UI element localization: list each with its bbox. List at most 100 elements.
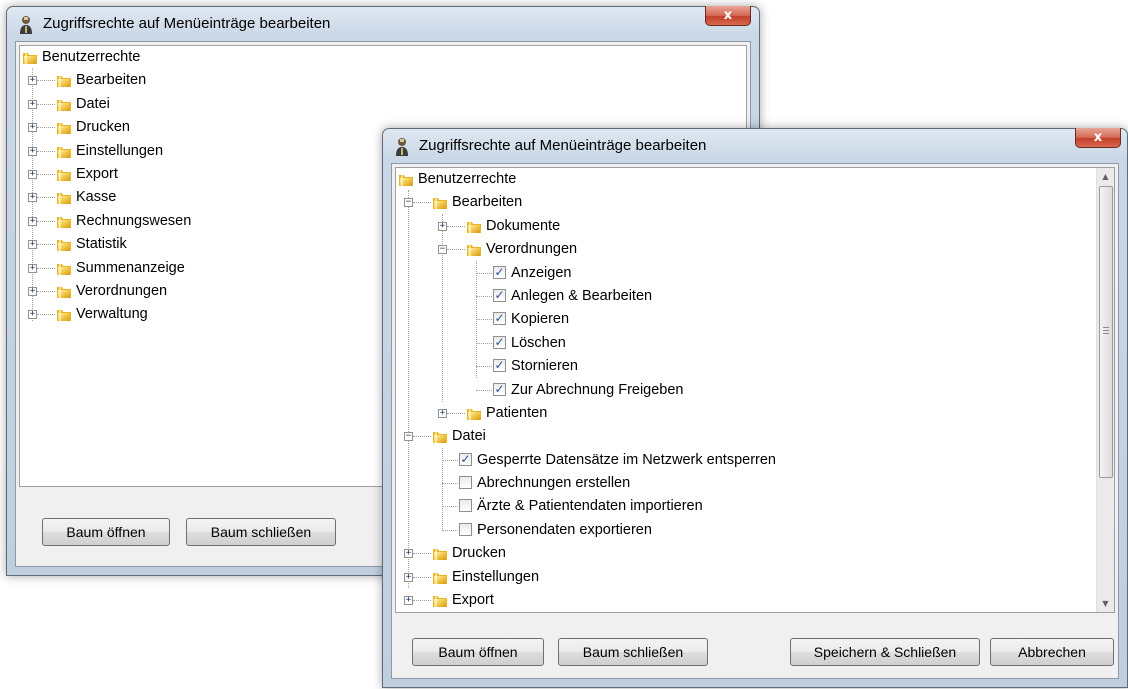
tree-item-dokumente[interactable]: + Dokumente [396, 215, 1114, 238]
user-permissions-icon [396, 138, 408, 156]
tree-item[interactable]: + Export [396, 589, 1114, 612]
permission-label: Ärzte & Patientendaten importieren [477, 498, 703, 515]
user-permissions-icon [20, 16, 32, 34]
folder-icon [56, 73, 72, 89]
tree-item-label: Summenanzeige [76, 259, 185, 276]
tree-item[interactable]: + Drucken [396, 542, 1114, 565]
folder-icon [432, 429, 448, 445]
expand-icon[interactable]: + [28, 286, 37, 296]
tree-item-label: Verwaltung [76, 306, 148, 323]
permission-row[interactable]: ✓ Anlegen & Bearbeiten [396, 285, 1114, 308]
permission-checkbox[interactable]: ✓ [493, 288, 506, 302]
tree-item-label: Dokumente [486, 217, 561, 234]
expand-icon[interactable]: + [28, 263, 37, 273]
tree-item-label: Bearbeiten [76, 72, 147, 89]
folder-icon [56, 307, 72, 323]
expand-icon[interactable]: + [28, 169, 37, 179]
tree-item-datei[interactable]: − Datei [396, 425, 1114, 448]
folder-icon [56, 144, 72, 160]
permission-checkbox[interactable]: ✓ [493, 335, 506, 349]
permission-checkbox[interactable]: ✓ [459, 452, 472, 466]
expand-icon[interactable]: + [438, 221, 447, 231]
cancel-button[interactable]: Abbrechen [990, 638, 1114, 666]
expand-icon[interactable]: + [404, 549, 413, 559]
folder-icon [432, 195, 448, 211]
expand-icon[interactable]: + [28, 193, 37, 203]
permission-row[interactable]: ✓ Zur Abrechnung Freigeben [396, 379, 1114, 402]
tree-item-patienten[interactable]: + Patienten [396, 402, 1114, 425]
tree-root[interactable]: Benutzerrechte [20, 46, 746, 69]
tree-item-label: Drucken [452, 545, 506, 562]
front-permissions-tree[interactable]: Benutzerrechte − Bearbeiten + Dokumente … [395, 167, 1115, 613]
tree-item-label: Export [452, 592, 494, 609]
expand-icon[interactable]: + [404, 572, 413, 582]
expand-icon[interactable]: + [28, 310, 37, 320]
tree-item-label: Patienten [486, 404, 548, 421]
tree-root-label: Benutzerrechte [418, 171, 517, 187]
collapse-icon[interactable]: − [438, 245, 447, 255]
permission-checkbox[interactable]: ✓ [493, 382, 506, 396]
permission-row[interactable]: Personendaten exportieren [396, 519, 1114, 542]
tree-item-label: Bearbeiten [452, 194, 523, 211]
expand-icon[interactable]: + [28, 240, 37, 250]
folder-icon [56, 190, 72, 206]
tree-root-label: Benutzerrechte [42, 49, 141, 65]
tree-item-bearbeiten[interactable]: − Bearbeiten [396, 191, 1114, 214]
tree-item[interactable]: + Bearbeiten [20, 69, 746, 92]
permission-checkbox[interactable]: ✓ [493, 312, 506, 326]
tree-root[interactable]: Benutzerrechte [396, 168, 1114, 191]
permission-row[interactable]: Abrechnungen erstellen [396, 472, 1114, 495]
folder-icon [56, 214, 72, 230]
collapse-icon[interactable]: − [404, 432, 413, 442]
tree-item-verordnungen[interactable]: − Verordnungen [396, 238, 1114, 261]
permission-row[interactable]: ✓ Kopieren [396, 308, 1114, 331]
tree-item-label: Verordnungen [76, 282, 168, 299]
back-close-tree-button[interactable]: Baum schließen [186, 518, 336, 546]
back-open-tree-button[interactable]: Baum öffnen [42, 518, 170, 546]
expand-icon[interactable]: + [404, 596, 413, 606]
permission-label: Gesperrte Datensätze im Netzwerk entsper… [477, 451, 776, 468]
tree-item-label: Verordnungen [486, 241, 578, 258]
tree-scrollbar[interactable]: ▲ ▼ [1096, 168, 1114, 612]
permission-row[interactable]: Ärzte & Patientendaten importieren [396, 495, 1114, 518]
back-close-button[interactable]: x [705, 6, 751, 26]
front-close-tree-button[interactable]: Baum schließen [558, 638, 708, 666]
collapse-icon[interactable]: − [404, 198, 413, 208]
folder-icon [56, 97, 72, 113]
permission-checkbox[interactable] [459, 522, 472, 536]
front-dialog-client: Benutzerrechte − Bearbeiten + Dokumente … [391, 163, 1119, 679]
tree-item[interactable]: + Datei [20, 93, 746, 116]
tree-item-label: Statistik [76, 236, 127, 253]
front-dialog-titlebar[interactable]: Zugriffsrechte auf Menüeinträge bearbeit… [383, 128, 1127, 163]
tree-item-label: Datei [76, 95, 110, 112]
scroll-up-icon[interactable]: ▲ [1097, 168, 1114, 185]
tree-item[interactable]: + Einstellungen [396, 566, 1114, 589]
tree-item-label: Einstellungen [76, 142, 164, 159]
front-open-tree-button[interactable]: Baum öffnen [412, 638, 544, 666]
permission-row[interactable]: ✓ Anzeigen [396, 262, 1114, 285]
expand-icon[interactable]: + [28, 216, 37, 226]
scroll-thumb[interactable] [1099, 186, 1113, 478]
permission-row[interactable]: ✓ Stornieren [396, 355, 1114, 378]
permission-checkbox[interactable]: ✓ [493, 359, 506, 373]
permission-label: Zur Abrechnung Freigeben [511, 381, 684, 398]
permission-checkbox[interactable]: ✓ [493, 265, 506, 279]
scroll-down-icon[interactable]: ▼ [1097, 595, 1114, 612]
front-close-button[interactable]: x [1075, 128, 1121, 148]
tree-item-label: Rechnungswesen [76, 212, 192, 229]
expand-icon[interactable]: + [28, 123, 37, 133]
expand-icon[interactable]: + [28, 99, 37, 109]
permission-row[interactable]: ✓ Gesperrte Datensätze im Netzwerk entsp… [396, 449, 1114, 472]
front-dialog-title: Zugriffsrechte auf Menüeinträge bearbeit… [419, 137, 707, 154]
permission-row[interactable]: ✓ Löschen [396, 332, 1114, 355]
permission-checkbox[interactable] [459, 499, 472, 513]
expand-icon[interactable]: + [438, 408, 447, 418]
permission-label: Löschen [511, 334, 566, 351]
folder-icon [432, 546, 448, 562]
expand-icon[interactable]: + [28, 76, 37, 86]
folder-icon [466, 219, 482, 235]
save-and-close-button[interactable]: Speichern & Schließen [790, 638, 980, 666]
back-dialog-titlebar[interactable]: Zugriffsrechte auf Menüeinträge bearbeit… [7, 6, 759, 41]
permission-checkbox[interactable] [459, 476, 472, 490]
expand-icon[interactable]: + [28, 146, 37, 156]
